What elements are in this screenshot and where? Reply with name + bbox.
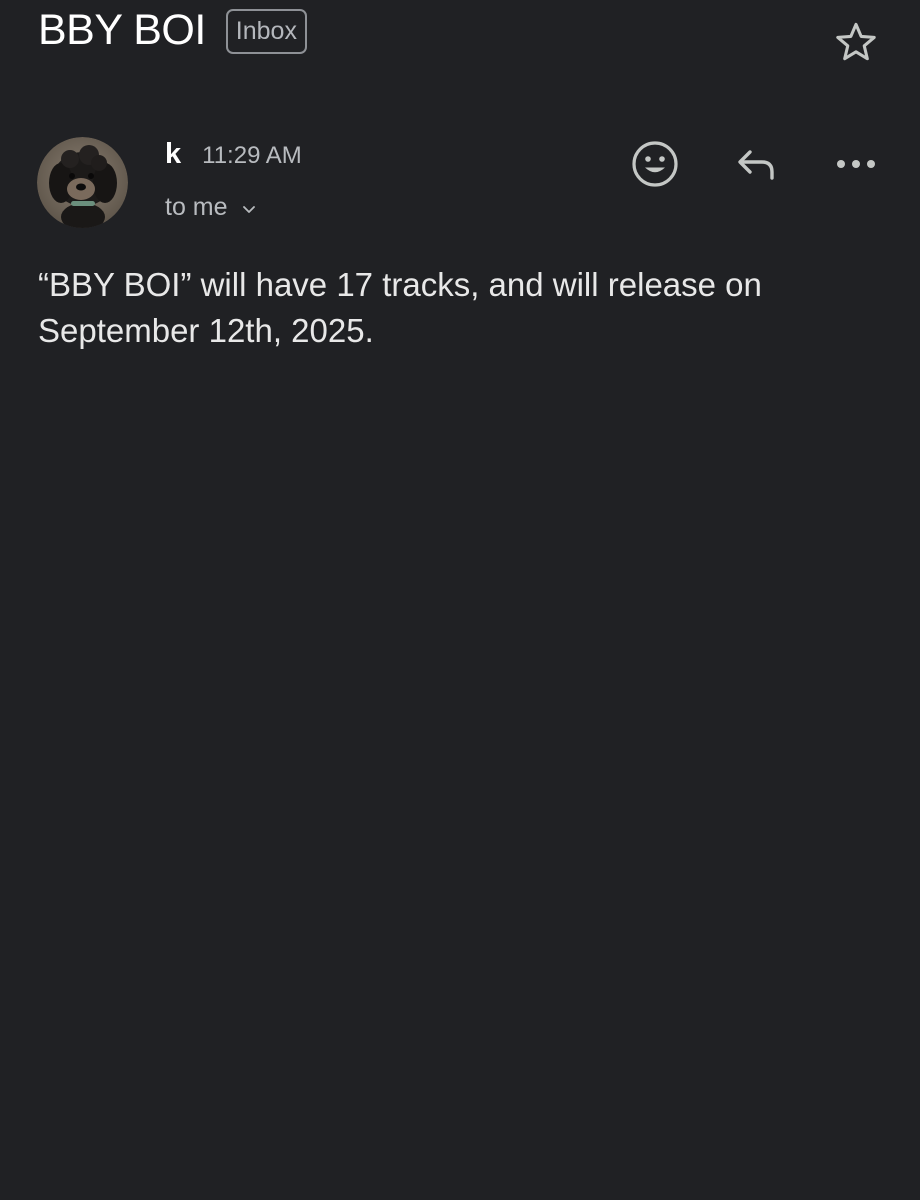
- recipient-text: to me: [165, 193, 228, 221]
- label-chip-inbox[interactable]: Inbox: [225, 8, 307, 54]
- more-horizontal-icon: [837, 160, 875, 168]
- add-reaction-button[interactable]: [627, 136, 683, 192]
- subject-header: BBY BOI Inbox: [38, 4, 307, 56]
- email-subject: BBY BOI: [38, 6, 206, 54]
- sent-time: 11:29 AM: [202, 142, 302, 169]
- more-options-button[interactable]: [828, 136, 884, 192]
- recipient-details-toggle[interactable]: to me: [165, 193, 258, 222]
- add-reaction-icon: [632, 141, 678, 187]
- reply-icon: [738, 150, 774, 180]
- star-outline-icon: [836, 22, 876, 61]
- message-body: “BBY BOI” will have 17 tracks, and will …: [38, 266, 762, 349]
- reply-button[interactable]: [728, 136, 784, 192]
- sender-avatar[interactable]: [37, 137, 128, 228]
- star-button[interactable]: [830, 16, 882, 68]
- sender-info: k 11:29 AM: [165, 138, 302, 171]
- chevron-down-icon: [240, 200, 258, 218]
- sender-name[interactable]: k: [165, 138, 181, 171]
